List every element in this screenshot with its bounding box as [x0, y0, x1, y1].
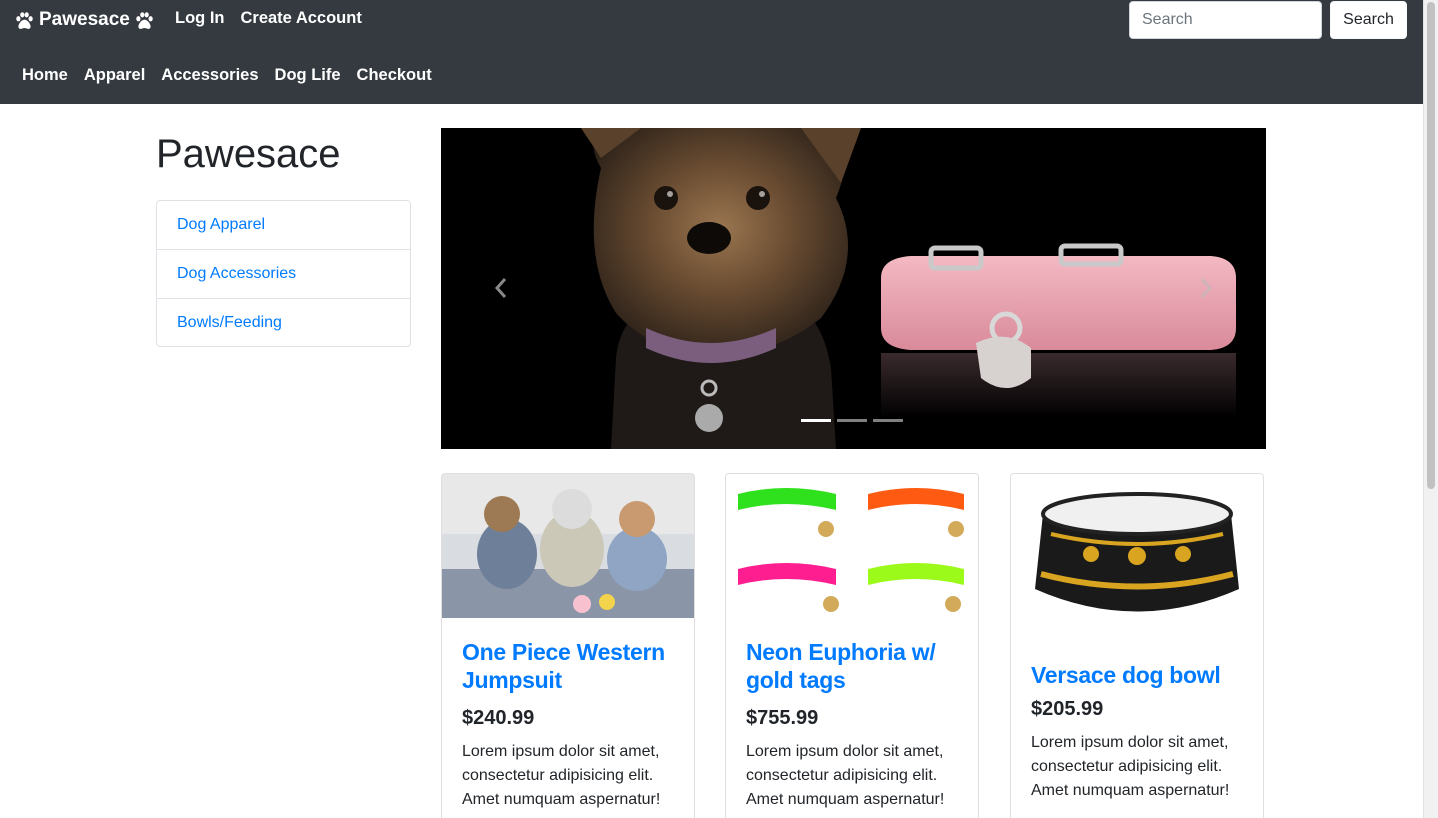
- product-card: Neon Euphoria w/ gold tags $755.99 Lorem…: [725, 473, 979, 818]
- product-title[interactable]: Neon Euphoria w/ gold tags: [746, 638, 958, 694]
- carousel-indicator[interactable]: [873, 419, 903, 422]
- category-item-dog-apparel[interactable]: Dog Apparel: [157, 201, 410, 250]
- product-price: $755.99: [746, 707, 819, 729]
- product-card: Versace dog bowl $205.99 Lorem ipsum dol…: [1010, 473, 1264, 818]
- product-image[interactable]: [1011, 474, 1263, 641]
- create-account-link[interactable]: Create Account: [240, 9, 361, 28]
- search-input[interactable]: [1129, 1, 1322, 39]
- category-item-bowls-feeding[interactable]: Bowls/Feeding: [157, 299, 410, 346]
- paw-icon: [134, 10, 155, 31]
- brand-name: Pawesace: [39, 9, 130, 30]
- nav-checkout[interactable]: Checkout: [357, 66, 432, 85]
- main-nav: Home Apparel Accessories Dog Life Checko…: [22, 66, 432, 85]
- product-price: $205.99: [1031, 698, 1104, 720]
- category-link[interactable]: Dog Accessories: [177, 265, 296, 283]
- product-description: Lorem ipsum dolor sit amet, consectetur …: [1031, 734, 1230, 799]
- nav-home[interactable]: Home: [22, 66, 68, 85]
- category-list: Dog Apparel Dog Accessories Bowls/Feedin…: [156, 200, 411, 347]
- product-image[interactable]: [442, 474, 694, 618]
- navbar: Pawesace Log In Create Account Home Appa…: [0, 0, 1423, 104]
- carousel-slide-image: [441, 128, 1266, 449]
- product-card: One Piece Western Jumpsuit $240.99 Lorem…: [441, 473, 695, 818]
- brand-link[interactable]: Pawesace: [14, 8, 155, 32]
- product-title[interactable]: One Piece Western Jumpsuit: [462, 638, 674, 694]
- search-button[interactable]: Search: [1330, 1, 1407, 39]
- product-title[interactable]: Versace dog bowl: [1031, 661, 1243, 689]
- chevron-right-icon[interactable]: [1196, 273, 1216, 303]
- category-link[interactable]: Dog Apparel: [177, 216, 265, 234]
- nav-apparel[interactable]: Apparel: [84, 66, 145, 85]
- category-link[interactable]: Bowls/Feeding: [177, 314, 282, 332]
- account-links: Log In Create Account: [175, 9, 362, 28]
- category-item-dog-accessories[interactable]: Dog Accessories: [157, 250, 410, 299]
- product-image[interactable]: [726, 474, 978, 618]
- page-scrollbar[interactable]: [1423, 0, 1438, 818]
- login-link[interactable]: Log In: [175, 9, 224, 28]
- page-title: Pawesace: [156, 132, 341, 176]
- carousel-indicators: [801, 419, 903, 422]
- hero-carousel: [441, 128, 1266, 449]
- chevron-left-icon[interactable]: [491, 273, 511, 303]
- scrollbar-thumb[interactable]: [1427, 2, 1435, 489]
- carousel-indicator[interactable]: [837, 419, 867, 422]
- product-description: Lorem ipsum dolor sit amet, consectetur …: [462, 743, 661, 808]
- product-price: $240.99: [462, 707, 535, 729]
- nav-dog-life[interactable]: Dog Life: [275, 66, 341, 85]
- paw-icon: [14, 10, 35, 31]
- carousel-indicator[interactable]: [801, 419, 831, 422]
- nav-accessories[interactable]: Accessories: [161, 66, 258, 85]
- product-description: Lorem ipsum dolor sit amet, consectetur …: [746, 743, 945, 808]
